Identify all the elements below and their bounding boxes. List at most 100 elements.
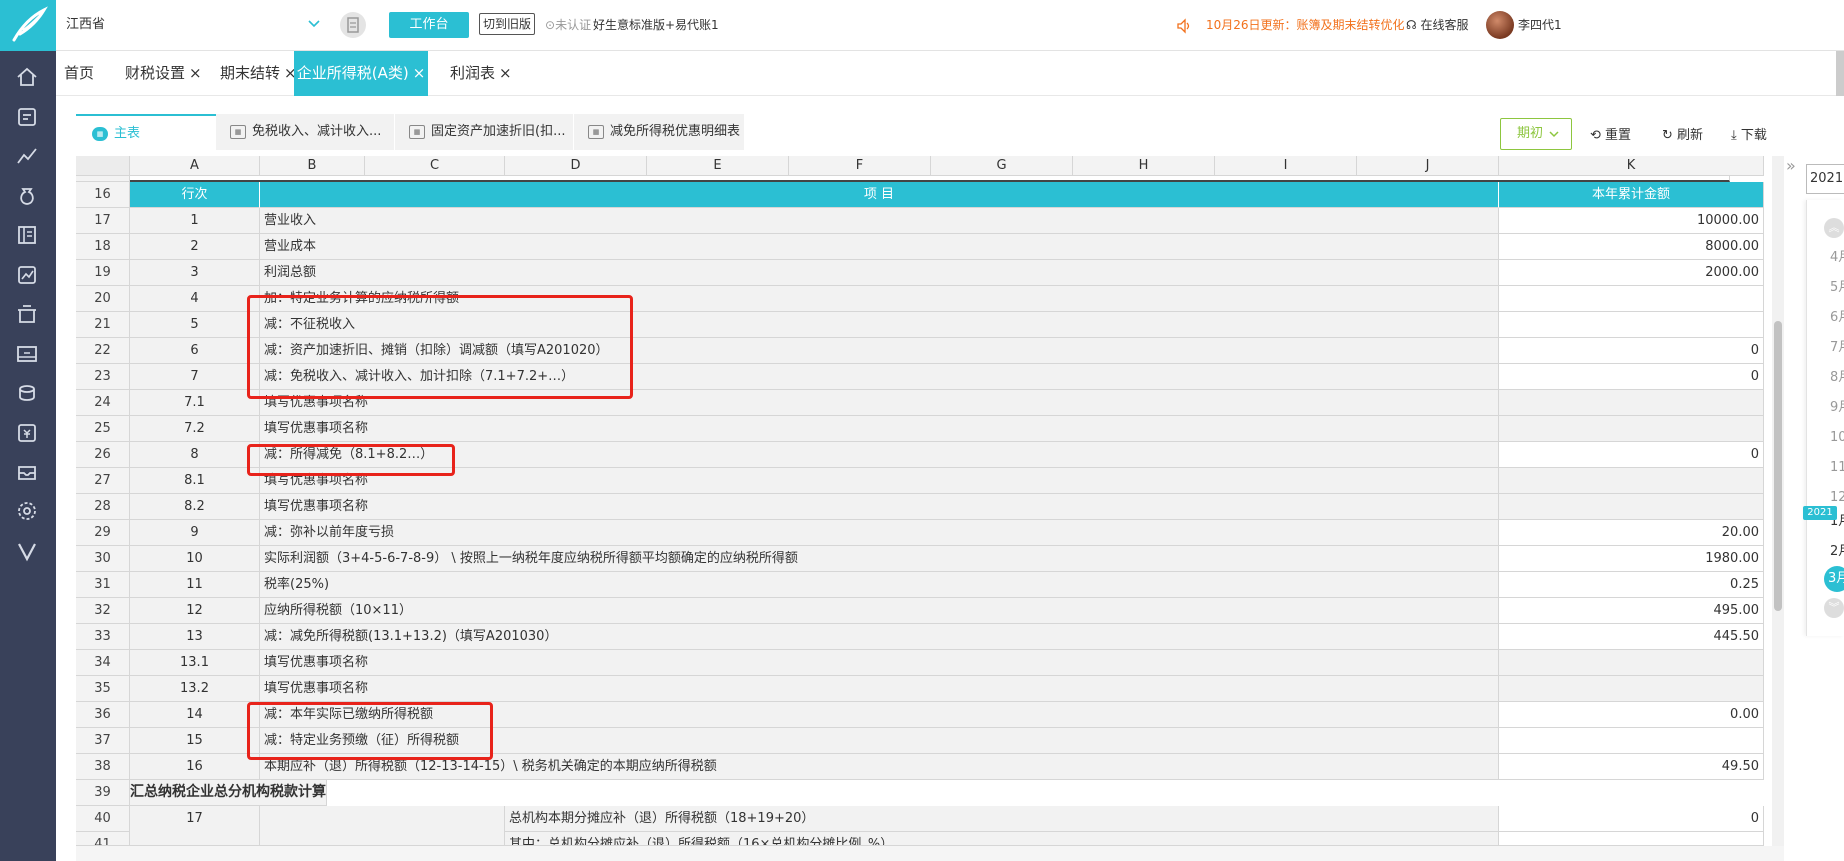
row-index-cell[interactable]: 6: [130, 338, 260, 364]
subtab-accelerated-depreciation[interactable]: ▦ 固定资产加速折旧(扣...: [395, 114, 573, 150]
amount-cell[interactable]: [1499, 494, 1764, 520]
row-index-cell[interactable]: 17: [130, 806, 260, 846]
column-header[interactable]: H: [1073, 156, 1215, 176]
column-header[interactable]: A: [130, 156, 260, 176]
row-header[interactable]: 36: [76, 702, 130, 728]
item-cell[interactable]: 实际利润额（3+4-5-6-7-8-9） \ 按照上一纳税年度应纳税所得额平均额…: [260, 546, 1499, 572]
row-header[interactable]: 18: [76, 234, 130, 260]
user-name[interactable]: 李四代1: [1518, 0, 1562, 51]
amount-cell[interactable]: 0: [1499, 806, 1764, 832]
item-cell[interactable]: 应纳所得税额（10×11）: [260, 598, 1499, 624]
column-header[interactable]: B: [260, 156, 365, 176]
month-item[interactable]: 11月: [1830, 456, 1844, 475]
subtab-main[interactable]: ▦ 主表: [76, 114, 216, 150]
tab-home[interactable]: 首页: [64, 51, 94, 96]
row-header[interactable]: 25: [76, 416, 130, 442]
row-index-cell[interactable]: 7: [130, 364, 260, 390]
row-header[interactable]: 23: [76, 364, 130, 390]
month-item[interactable]: 2月: [1830, 540, 1844, 559]
month-item[interactable]: 5月: [1830, 276, 1844, 295]
column-header[interactable]: I: [1215, 156, 1357, 176]
amount-cell[interactable]: 0.00: [1499, 702, 1764, 728]
amount-cell[interactable]: 0: [1499, 364, 1764, 390]
row-index-cell[interactable]: 4: [130, 286, 260, 312]
row-header[interactable]: 16: [76, 182, 130, 208]
amount-cell[interactable]: 1980.00: [1499, 546, 1764, 572]
close-icon[interactable]: ×: [499, 64, 512, 82]
row-header[interactable]: 28: [76, 494, 130, 520]
period-dropdown[interactable]: 期初: [1500, 118, 1572, 150]
month-item[interactable]: 6月: [1830, 306, 1844, 325]
amount-cell[interactable]: 0: [1499, 338, 1764, 364]
amount-cell[interactable]: [1499, 650, 1764, 676]
amount-cell[interactable]: [1499, 286, 1764, 312]
row-index-cell[interactable]: 13.2: [130, 676, 260, 702]
vip-icon[interactable]: [14, 538, 40, 564]
row-header[interactable]: 24: [76, 390, 130, 416]
amount-cell[interactable]: 10000.00: [1499, 208, 1764, 234]
row-index-cell[interactable]: 16: [130, 754, 260, 780]
row-index-cell[interactable]: 7.1: [130, 390, 260, 416]
item-cell[interactable]: 利润总额: [260, 260, 1499, 286]
row-header[interactable]: 30: [76, 546, 130, 572]
row-header[interactable]: 20: [76, 286, 130, 312]
horizontal-scrollbar[interactable]: [76, 846, 1784, 861]
row-header[interactable]: 29: [76, 520, 130, 546]
region-select[interactable]: 江西省: [66, 10, 320, 40]
tax-icon[interactable]: [14, 301, 40, 327]
item-cell[interactable]: 总机构本期分摊应补（退）所得税额（18+19+20）: [505, 806, 1499, 832]
row-index-cell[interactable]: 9: [130, 520, 260, 546]
chevron-up-icon[interactable]: ︽: [1824, 218, 1844, 238]
column-header[interactable]: F: [789, 156, 931, 176]
item-cell[interactable]: 填写优惠事项名称: [260, 676, 1499, 702]
row-header[interactable]: 32: [76, 598, 130, 624]
row-header[interactable]: 31: [76, 572, 130, 598]
settings-icon[interactable]: [14, 498, 40, 524]
column-header[interactable]: C: [365, 156, 505, 176]
row-index-cell[interactable]: 8.2: [130, 494, 260, 520]
invoice-icon[interactable]: [14, 341, 40, 367]
voucher-icon[interactable]: [14, 104, 40, 130]
row-header[interactable]: 39: [76, 780, 130, 806]
row-index-cell[interactable]: 7.2: [130, 416, 260, 442]
row-index-cell[interactable]: 13.1: [130, 650, 260, 676]
month-item[interactable]: 8月: [1830, 366, 1844, 385]
document-icon[interactable]: [340, 12, 366, 38]
scrollbar-thumb[interactable]: [1774, 321, 1782, 611]
tab-tax-settings[interactable]: 财税设置 ×: [125, 51, 202, 96]
amount-cell[interactable]: 2000.00: [1499, 260, 1764, 286]
row-index-cell[interactable]: 2: [130, 234, 260, 260]
ledger-icon[interactable]: [14, 222, 40, 248]
column-header[interactable]: G: [931, 156, 1073, 176]
column-header[interactable]: E: [647, 156, 789, 176]
row-header[interactable]: 40: [76, 806, 130, 832]
item-cell[interactable]: 其中：总机构分摊应补（退）所得税额（16×总机构分摊比例_%）: [505, 832, 1499, 846]
close-icon[interactable]: ×: [413, 64, 426, 82]
row-header[interactable]: 38: [76, 754, 130, 780]
row-index-cell[interactable]: 12: [130, 598, 260, 624]
amount-cell[interactable]: [1499, 832, 1764, 846]
row-header[interactable]: 35: [76, 676, 130, 702]
subtab-tax-relief[interactable]: ▦ 减免所得税优惠明细表: [574, 114, 744, 150]
assets-icon[interactable]: [14, 380, 40, 406]
item-cell[interactable]: 减：减免所得税额(13.1+13.2)（填写A201030）: [260, 624, 1499, 650]
chart-icon[interactable]: [14, 143, 40, 169]
item-cell[interactable]: 营业收入: [260, 208, 1499, 234]
item-cell[interactable]: 填写优惠事项名称: [260, 494, 1499, 520]
item-cell[interactable]: 营业成本: [260, 234, 1499, 260]
row-index-cell[interactable]: 5: [130, 312, 260, 338]
cash-icon[interactable]: [14, 420, 40, 446]
chevron-down-icon[interactable]: ︾: [1824, 598, 1844, 618]
row-index-cell[interactable]: 14: [130, 702, 260, 728]
row-index-cell[interactable]: 15: [130, 728, 260, 754]
amount-cell[interactable]: [1499, 676, 1764, 702]
amount-cell[interactable]: [1499, 390, 1764, 416]
refresh-button[interactable]: ↻ 刷新: [1662, 126, 1703, 146]
amount-cell[interactable]: 0.25: [1499, 572, 1764, 598]
row-header[interactable]: 17: [76, 208, 130, 234]
column-header[interactable]: K: [1499, 156, 1764, 176]
row-index-cell[interactable]: 11: [130, 572, 260, 598]
update-notice[interactable]: 10月26日更新：账簿及期末结转优化: [1206, 0, 1405, 51]
row-index-cell[interactable]: 13: [130, 624, 260, 650]
tabs-scrollbar[interactable]: [1836, 51, 1844, 96]
